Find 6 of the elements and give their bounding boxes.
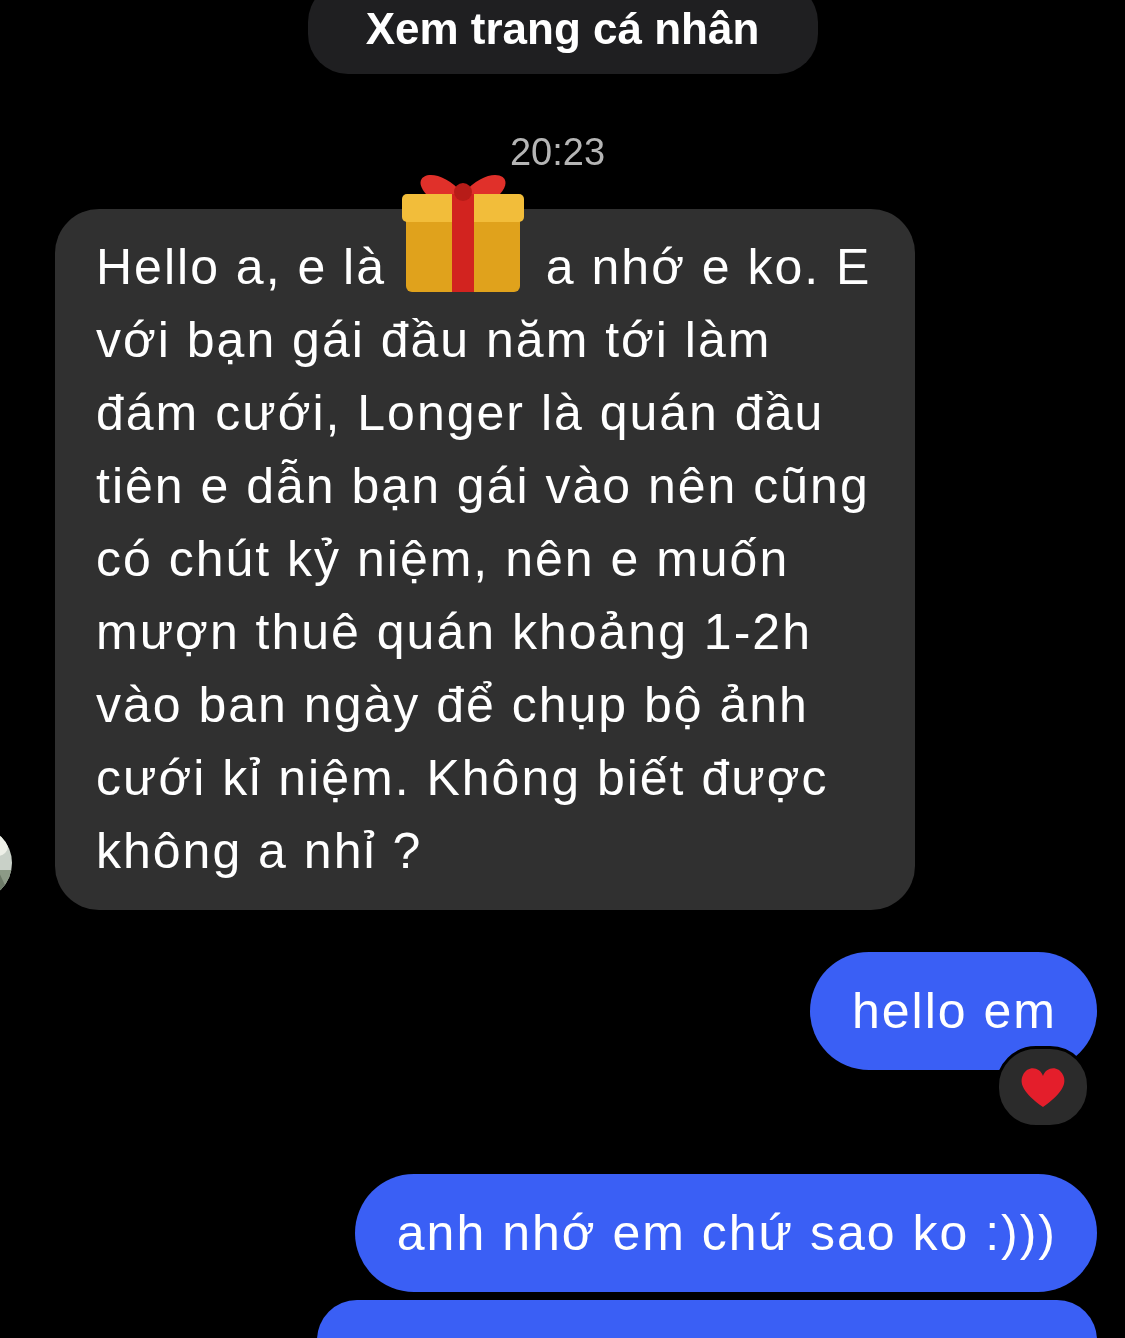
timestamp: 20:23	[509, 130, 606, 175]
message-bubble: hello em	[810, 952, 1097, 1070]
message-text: Hello a, e là a nhớ e ko. E với bạn gái đầu năm tới làm đám cưới, Longer là quán đầu tiên e dẫn bạn gái vào nên cũng có chút kỷ niệm, nên e muốn mượn thuê quán khoảng 1-2h vào ban ngày để chụp bộ ảnh cưới kỉ niệm. Không biết được không a nhỉ ?	[96, 231, 885, 888]
view-profile-button[interactable]: Xem trang cá nhân	[307, 0, 818, 74]
message-bubble: anh nhớ em chứ sao ko :)))	[354, 1174, 1097, 1292]
heart-icon	[1019, 1065, 1067, 1109]
